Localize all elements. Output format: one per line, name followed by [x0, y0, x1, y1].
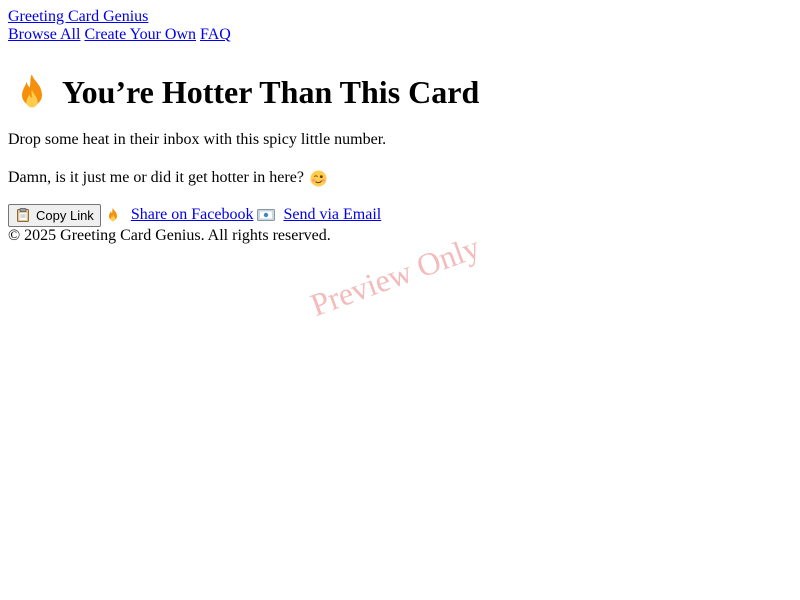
main-nav: Browse All Create Your Own FAQ — [8, 26, 792, 44]
fire-icon — [12, 72, 52, 112]
site-footer: © 2025 Greeting Card Genius. All rights … — [8, 227, 331, 244]
share-facebook-label: Share on Facebook — [130, 206, 254, 223]
card-tagline: Drop some heat in their inbox with this … — [8, 131, 387, 148]
nav-faq[interactable]: FAQ — [200, 26, 231, 43]
clipboard-icon — [17, 208, 29, 222]
share-actions: Copy Link Share on Facebook Send via Ema… — [8, 203, 381, 227]
copy-link-button[interactable]: Copy Link — [8, 203, 101, 227]
page: Greeting Card Genius Browse All Create Y… — [8, 8, 792, 244]
send-email-label: Send via Email — [283, 206, 382, 223]
card-title-text: You’re Hotter Than This Card — [62, 74, 480, 110]
fire-icon — [105, 207, 121, 223]
site-title-link[interactable]: Greeting Card Genius — [8, 8, 792, 26]
site-header: Greeting Card Genius Browse All Create Y… — [8, 8, 792, 44]
share-facebook-link[interactable]: Share on Facebook — [105, 206, 254, 224]
nav-create-your-own[interactable]: Create Your Own — [84, 26, 196, 43]
card-message-text: Damn, is it just me or did it get hotter… — [8, 169, 304, 186]
card-message: Damn, is it just me or did it get hotter… — [8, 167, 327, 189]
woozy-face-icon — [310, 169, 327, 187]
envelope-icon — [257, 207, 276, 223]
copy-link-label: Copy Link — [36, 207, 94, 223]
send-email-link[interactable]: Send via Email — [257, 206, 381, 224]
nav-browse-all[interactable]: Browse All — [8, 26, 80, 43]
preview-watermark: Preview Only — [305, 228, 485, 323]
card-title: You’re Hotter Than This Card — [8, 72, 479, 112]
